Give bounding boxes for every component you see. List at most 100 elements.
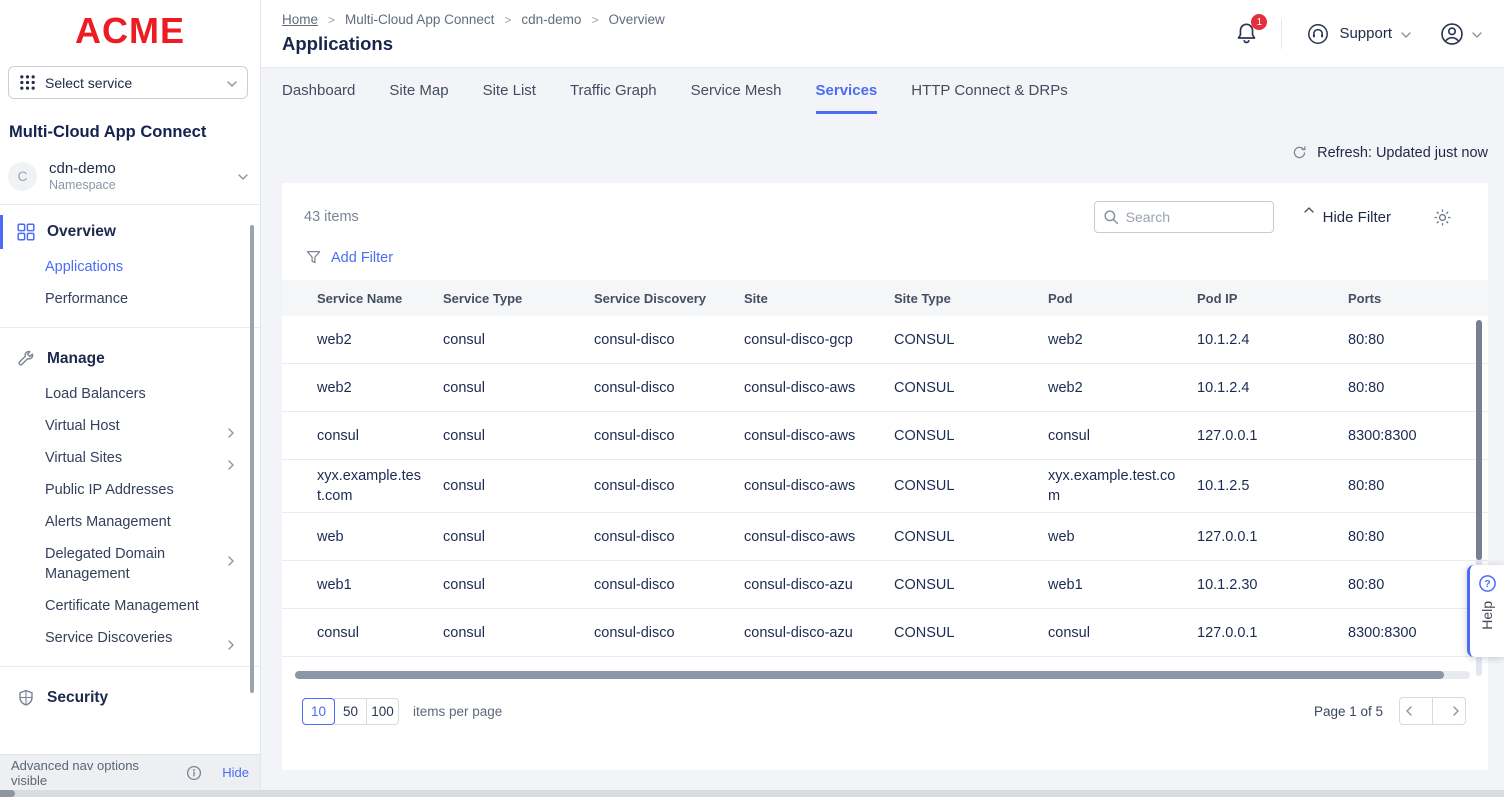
cell-pod: consul bbox=[1048, 617, 1197, 649]
info-icon[interactable] bbox=[186, 765, 202, 781]
refresh-control[interactable]: Refresh: Updated just now bbox=[282, 144, 1488, 161]
page-size-10[interactable]: 10 bbox=[302, 698, 335, 725]
cell-ports: 80:80 bbox=[1348, 470, 1468, 502]
namespace-selector[interactable]: C cdn-demo Namespace bbox=[8, 160, 248, 192]
next-page-button[interactable] bbox=[1432, 697, 1466, 725]
hide-nav-link[interactable]: Hide bbox=[222, 765, 249, 780]
tab-service-mesh[interactable]: Service Mesh bbox=[691, 82, 782, 114]
page-size-50[interactable]: 50 bbox=[334, 698, 367, 725]
table-row[interactable]: web2consulconsul-discoconsul-disco-gcpCO… bbox=[282, 316, 1488, 364]
tab-traffic-graph[interactable]: Traffic Graph bbox=[570, 82, 657, 114]
breadcrumb-item[interactable]: Overview bbox=[608, 12, 664, 27]
advanced-nav-label: Advanced nav options visible bbox=[11, 758, 178, 788]
sidebar-item-applications[interactable]: Applications bbox=[0, 251, 260, 283]
sidebar-item-service-discoveries[interactable]: Service Discoveries bbox=[0, 622, 260, 654]
table-row[interactable]: web1consulconsul-discoconsul-disco-azuCO… bbox=[282, 561, 1488, 609]
table-vertical-scrollbar-thumb[interactable] bbox=[1476, 320, 1482, 560]
page-size-group: 1050100 bbox=[302, 698, 399, 725]
app-root: ACME Select service Multi-Cloud App Conn… bbox=[0, 0, 1504, 797]
tab-http-connect-drps[interactable]: HTTP Connect & DRPs bbox=[911, 82, 1067, 114]
cell-pod-ip: 127.0.0.1 bbox=[1197, 420, 1348, 452]
cell-service-name: web bbox=[317, 521, 443, 553]
sidebar-item-certificate-management[interactable]: Certificate Management bbox=[0, 590, 260, 622]
cell-service-type: consul bbox=[443, 521, 594, 553]
sidebar-item-virtual-sites[interactable]: Virtual Sites bbox=[0, 442, 260, 474]
breadcrumb-item[interactable]: Multi-Cloud App Connect bbox=[345, 12, 494, 27]
hide-filter-button[interactable]: Hide Filter bbox=[1304, 209, 1391, 226]
tab-services[interactable]: Services bbox=[816, 82, 878, 114]
filter-funnel-icon bbox=[305, 249, 322, 266]
namespace-avatar: C bbox=[8, 162, 37, 191]
add-filter-button[interactable]: Add Filter bbox=[282, 233, 1488, 280]
gear-icon[interactable] bbox=[1433, 208, 1452, 227]
hide-filter-label: Hide Filter bbox=[1323, 209, 1391, 226]
cell-site: consul-disco-aws bbox=[744, 521, 894, 553]
cell-service-name: web2 bbox=[317, 372, 443, 404]
cell-service-type: consul bbox=[443, 569, 594, 601]
table-row[interactable]: consulconsulconsul-discoconsul-disco-aws… bbox=[282, 412, 1488, 460]
page-horizontal-scrollbar-thumb[interactable] bbox=[0, 790, 15, 797]
support-menu[interactable]: Support bbox=[1306, 22, 1411, 46]
shield-icon bbox=[17, 688, 37, 708]
cell-pod-ip: 127.0.0.1 bbox=[1197, 521, 1348, 553]
sidebar-item-performance[interactable]: Performance bbox=[0, 283, 260, 315]
sidebar-footer: Advanced nav options visible Hide bbox=[0, 754, 260, 790]
notifications-button[interactable]: 1 bbox=[1234, 21, 1259, 46]
tab-site-list[interactable]: Site List bbox=[483, 82, 536, 114]
column-header-service-type: Service Type bbox=[443, 291, 594, 306]
cell-site-type: CONSUL bbox=[894, 420, 1048, 452]
search-input[interactable] bbox=[1126, 209, 1265, 225]
topbar-divider bbox=[1281, 19, 1282, 49]
cell-service-discovery: consul-disco bbox=[594, 569, 744, 601]
cell-ports: 80:80 bbox=[1348, 569, 1468, 601]
column-header-pod-ip: Pod IP bbox=[1197, 291, 1348, 306]
table-row[interactable]: consulconsulconsul-discoconsul-disco-azu… bbox=[282, 609, 1488, 657]
sidebar-item-delegated-domain-management[interactable]: Delegated Domain Management bbox=[0, 538, 260, 590]
cell-pod: xyx.example.test.com bbox=[1048, 460, 1197, 512]
sidebar-item-virtual-host[interactable]: Virtual Host bbox=[0, 410, 260, 442]
cell-pod: consul bbox=[1048, 420, 1197, 452]
cell-site-type: CONSUL bbox=[894, 521, 1048, 553]
cell-service-type: consul bbox=[443, 420, 594, 452]
chevron-down-icon bbox=[238, 167, 248, 185]
sidebar-group-manage[interactable]: Manage bbox=[0, 340, 260, 378]
cell-site-type: CONSUL bbox=[894, 324, 1048, 356]
support-headset-icon bbox=[1306, 22, 1330, 46]
table-row[interactable]: web2consulconsul-discoconsul-disco-awsCO… bbox=[282, 364, 1488, 412]
help-tab[interactable]: ? Help bbox=[1467, 565, 1504, 657]
sidebar-item-load-balancers[interactable]: Load Balancers bbox=[0, 378, 260, 410]
page-size-100[interactable]: 100 bbox=[366, 698, 399, 725]
cell-service-discovery: consul-disco bbox=[594, 324, 744, 356]
sidebar-group-label: Security bbox=[47, 689, 108, 707]
prev-page-button[interactable] bbox=[1399, 697, 1433, 725]
sidebar-group-security[interactable]: Security bbox=[0, 679, 260, 717]
svg-text:?: ? bbox=[1484, 578, 1490, 590]
select-service-dropdown[interactable]: Select service bbox=[8, 66, 248, 99]
sidebar-group-overview[interactable]: Overview bbox=[0, 213, 260, 251]
product-title: Multi-Cloud App Connect bbox=[9, 123, 251, 142]
cell-service-type: consul bbox=[443, 372, 594, 404]
table-row[interactable]: webconsulconsul-discoconsul-disco-awsCON… bbox=[282, 513, 1488, 561]
cell-ports: 80:80 bbox=[1348, 372, 1468, 404]
breadcrumb-item[interactable]: Home bbox=[282, 12, 318, 27]
breadcrumb-item[interactable]: cdn-demo bbox=[521, 12, 581, 27]
chevron-down-icon bbox=[1401, 25, 1411, 43]
topbar: Home>Multi-Cloud App Connect>cdn-demo>Ov… bbox=[261, 0, 1504, 68]
table-horizontal-scrollbar bbox=[295, 671, 1470, 679]
chevron-right-icon bbox=[214, 390, 220, 400]
table-row[interactable]: xyx.example.test.comconsulconsul-discoco… bbox=[282, 460, 1488, 513]
sidebar-item-alerts-management[interactable]: Alerts Management bbox=[0, 506, 260, 538]
tab-dashboard[interactable]: Dashboard bbox=[282, 82, 355, 114]
cell-site-type: CONSUL bbox=[894, 569, 1048, 601]
content: Dashboard Site Map Site List Traffic Graph S… bbox=[261, 68, 1504, 797]
chevron-up-icon bbox=[1304, 214, 1314, 220]
cell-pod: web bbox=[1048, 521, 1197, 553]
logo-row: ACME bbox=[0, 0, 260, 62]
sidebar-item-public-ip-addresses[interactable]: Public IP Addresses bbox=[0, 474, 260, 506]
tab-site-map[interactable]: Site Map bbox=[389, 82, 448, 114]
table-horizontal-scrollbar-thumb[interactable] bbox=[295, 671, 1444, 679]
account-menu[interactable] bbox=[1439, 21, 1482, 47]
breadcrumb: Home>Multi-Cloud App Connect>cdn-demo>Ov… bbox=[282, 12, 665, 27]
sidebar-scrollbar-thumb[interactable] bbox=[250, 225, 254, 693]
page-horizontal-scrollbar bbox=[0, 790, 1504, 797]
